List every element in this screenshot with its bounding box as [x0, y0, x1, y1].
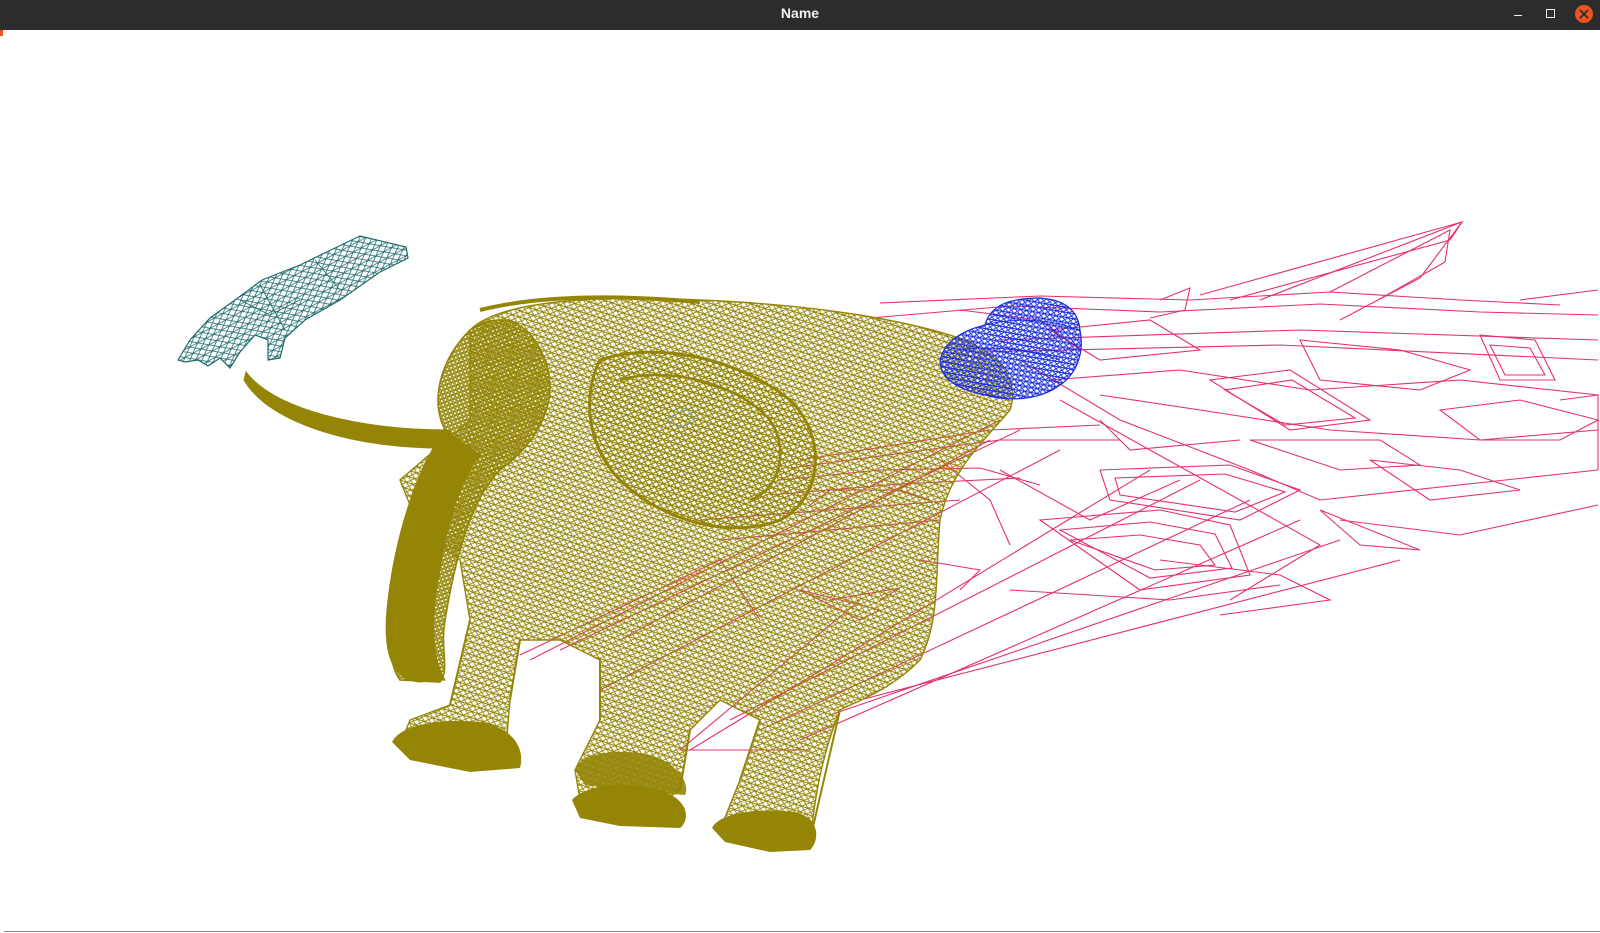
title-bar[interactable]: Name	[0, 0, 1600, 30]
hand-mesh	[177, 235, 409, 369]
edge-marker	[0, 30, 3, 36]
maximize-icon	[1546, 9, 1555, 18]
maximize-button[interactable]	[1538, 3, 1562, 27]
render-viewport[interactable]	[4, 31, 1600, 933]
cap-mesh	[939, 297, 1082, 400]
minimize-button[interactable]	[1506, 3, 1530, 27]
elephant-mesh	[243, 295, 1014, 852]
minimize-icon	[1514, 15, 1522, 16]
close-button[interactable]	[1572, 3, 1596, 27]
scene-canvas[interactable]	[4, 31, 1600, 933]
app-window: Name	[0, 0, 1600, 933]
window-title: Name	[780, 5, 820, 21]
bottom-border	[4, 931, 1600, 932]
close-icon	[1579, 9, 1589, 19]
